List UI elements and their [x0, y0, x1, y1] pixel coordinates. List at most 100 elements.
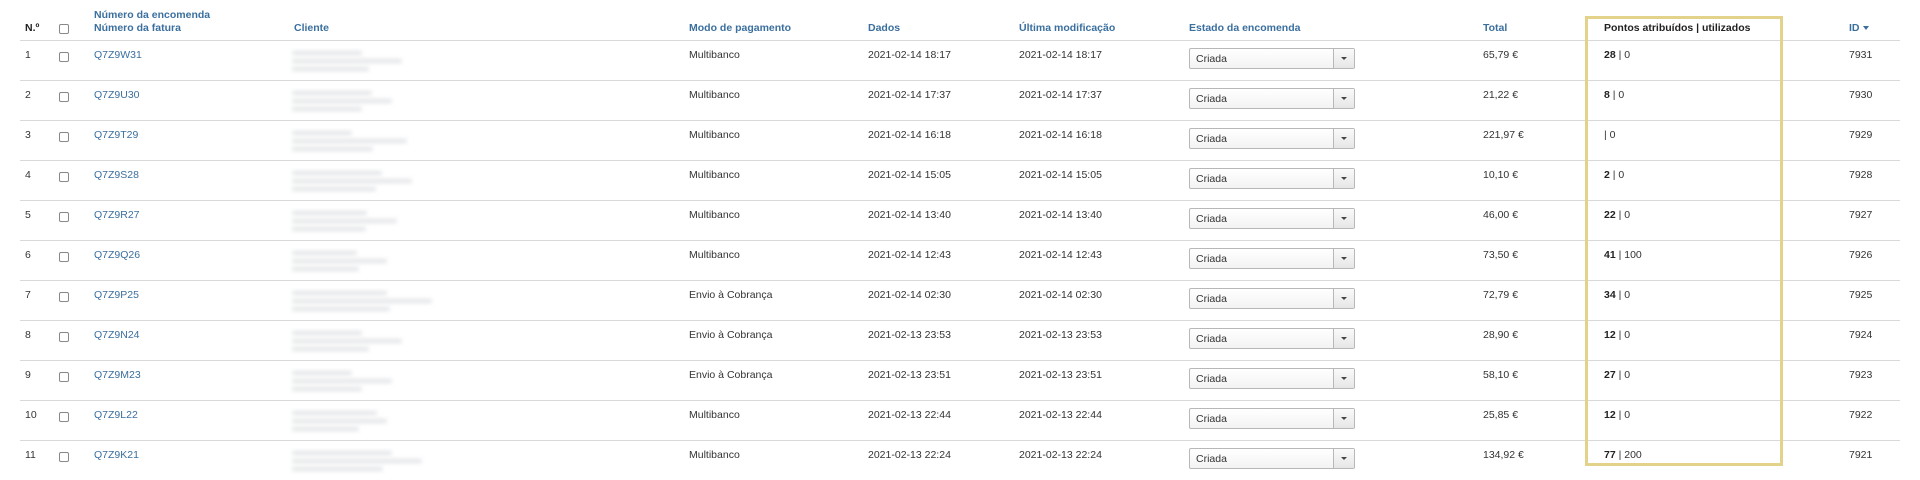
header-client[interactable]: Cliente: [294, 22, 329, 35]
order-status-select[interactable]: Criada: [1189, 448, 1355, 469]
order-status-select[interactable]: Criada: [1189, 368, 1355, 389]
client-extra-blurred: [292, 307, 390, 311]
chevron-down-icon[interactable]: [1333, 249, 1354, 268]
points-used: | 0: [1604, 129, 1616, 141]
order-number-link[interactable]: Q7Z9K21: [94, 449, 139, 462]
chevron-down-icon[interactable]: [1333, 169, 1354, 188]
order-date: 2021-02-14 02:30: [868, 289, 951, 301]
row-divider: [20, 80, 1900, 81]
row-checkbox[interactable]: [59, 332, 69, 342]
order-status-select[interactable]: Criada: [1189, 48, 1355, 69]
row-checkbox[interactable]: [59, 292, 69, 302]
order-date: 2021-02-13 23:51: [868, 369, 951, 381]
header-invoice-number[interactable]: Número da fatura: [94, 22, 181, 35]
row-checkbox[interactable]: [59, 452, 69, 462]
payment-method: Multibanco: [689, 449, 740, 461]
payment-method: Multibanco: [689, 169, 740, 181]
row-checkbox[interactable]: [59, 372, 69, 382]
order-status-select[interactable]: Criada: [1189, 88, 1355, 109]
table-header: N.º Número da encomenda Número da fatura…: [0, 0, 1920, 40]
row-checkbox[interactable]: [59, 132, 69, 142]
points-cell: 77 | 200: [1604, 449, 1642, 462]
order-status-select[interactable]: Criada: [1189, 328, 1355, 349]
order-number-link[interactable]: Q7Z9L22: [94, 409, 138, 422]
header-date[interactable]: Dados: [868, 22, 900, 35]
row-checkbox[interactable]: [59, 212, 69, 222]
order-date: 2021-02-14 12:43: [868, 249, 951, 261]
points-used: | 0: [1618, 409, 1631, 421]
order-id: 7927: [1849, 209, 1873, 221]
chevron-down-icon[interactable]: [1333, 449, 1354, 468]
row-divider: [20, 440, 1900, 441]
row-checkbox[interactable]: [59, 252, 69, 262]
order-status-select[interactable]: Criada: [1189, 288, 1355, 309]
payment-method: Envio à Cobrança: [689, 369, 773, 381]
order-number-link[interactable]: Q7Z9M23: [94, 369, 141, 382]
payment-method: Multibanco: [689, 49, 740, 61]
order-status-select[interactable]: Criada: [1189, 248, 1355, 269]
row-checkbox[interactable]: [59, 52, 69, 62]
header-order-status[interactable]: Estado da encomenda: [1189, 22, 1300, 35]
client-email-blurred: [292, 259, 387, 263]
order-number-link[interactable]: Q7Z9R27: [94, 209, 140, 222]
points-cell: 34 | 0: [1604, 289, 1630, 302]
client-name-blurred: [292, 171, 382, 175]
points-awarded: 77: [1604, 449, 1616, 461]
select-all-checkbox[interactable]: [59, 24, 69, 34]
chevron-down-icon[interactable]: [1333, 369, 1354, 388]
row-checkbox[interactable]: [59, 92, 69, 102]
row-checkbox[interactable]: [59, 412, 69, 422]
client-email-blurred: [292, 139, 407, 143]
order-number-link[interactable]: Q7Z9N24: [94, 329, 140, 342]
order-date: 2021-02-13 22:24: [868, 449, 951, 461]
order-number-link[interactable]: Q7Z9P25: [94, 289, 139, 302]
points-used: | 0: [1612, 169, 1625, 181]
order-number-link[interactable]: Q7Z9U30: [94, 89, 140, 102]
header-total[interactable]: Total: [1483, 22, 1507, 35]
client-extra-blurred: [292, 427, 359, 431]
row-checkbox[interactable]: [59, 172, 69, 182]
order-status-value: Criada: [1196, 213, 1227, 225]
order-date: 2021-02-13 22:44: [868, 409, 951, 421]
order-number-link[interactable]: Q7Z9Q26: [94, 249, 140, 262]
row-divider: [20, 240, 1900, 241]
row-number: 5: [25, 209, 31, 221]
table-row: 6 Q7Z9Q26 Multibanco 2021-02-14 12:43 2021-0…: [0, 240, 1920, 280]
order-total: 73,50 €: [1483, 249, 1519, 261]
order-total: 134,92 €: [1483, 449, 1524, 461]
last-modified-date: 2021-02-14 17:37: [1019, 89, 1102, 101]
client-email-blurred: [292, 179, 412, 183]
chevron-down-icon[interactable]: [1333, 209, 1354, 228]
order-id: 7925: [1849, 289, 1873, 301]
order-status-select[interactable]: Criada: [1189, 208, 1355, 229]
points-cell: 41 | 100: [1604, 249, 1642, 262]
chevron-down-icon[interactable]: [1333, 289, 1354, 308]
order-status-select[interactable]: Criada: [1189, 408, 1355, 429]
header-id[interactable]: ID: [1849, 22, 1869, 35]
client-email-blurred: [292, 219, 397, 223]
order-total: 25,85 €: [1483, 409, 1519, 421]
client-name-blurred: [292, 251, 357, 255]
order-number-link[interactable]: Q7Z9T29: [94, 129, 138, 142]
header-last-modified[interactable]: Última modificação: [1019, 22, 1115, 35]
chevron-down-icon[interactable]: [1333, 49, 1354, 68]
client-extra-blurred: [292, 347, 369, 351]
client-name-blurred: [292, 131, 352, 135]
header-order-number[interactable]: Número da encomenda: [94, 9, 210, 22]
last-modified-date: 2021-02-14 02:30: [1019, 289, 1102, 301]
order-status-select[interactable]: Criada: [1189, 168, 1355, 189]
last-modified-date: 2021-02-13 23:51: [1019, 369, 1102, 381]
header-payment-method[interactable]: Modo de pagamento: [689, 22, 791, 35]
payment-method: Multibanco: [689, 249, 740, 261]
order-date: 2021-02-14 17:37: [868, 89, 951, 101]
row-divider: [20, 320, 1900, 321]
chevron-down-icon[interactable]: [1333, 89, 1354, 108]
order-number-link[interactable]: Q7Z9W31: [94, 49, 142, 62]
chevron-down-icon[interactable]: [1333, 129, 1354, 148]
order-total: 72,79 €: [1483, 289, 1519, 301]
chevron-down-icon[interactable]: [1333, 329, 1354, 348]
order-number-link[interactable]: Q7Z9S28: [94, 169, 139, 182]
chevron-down-icon[interactable]: [1333, 409, 1354, 428]
order-status-select[interactable]: Criada: [1189, 128, 1355, 149]
points-awarded: 41: [1604, 249, 1616, 261]
